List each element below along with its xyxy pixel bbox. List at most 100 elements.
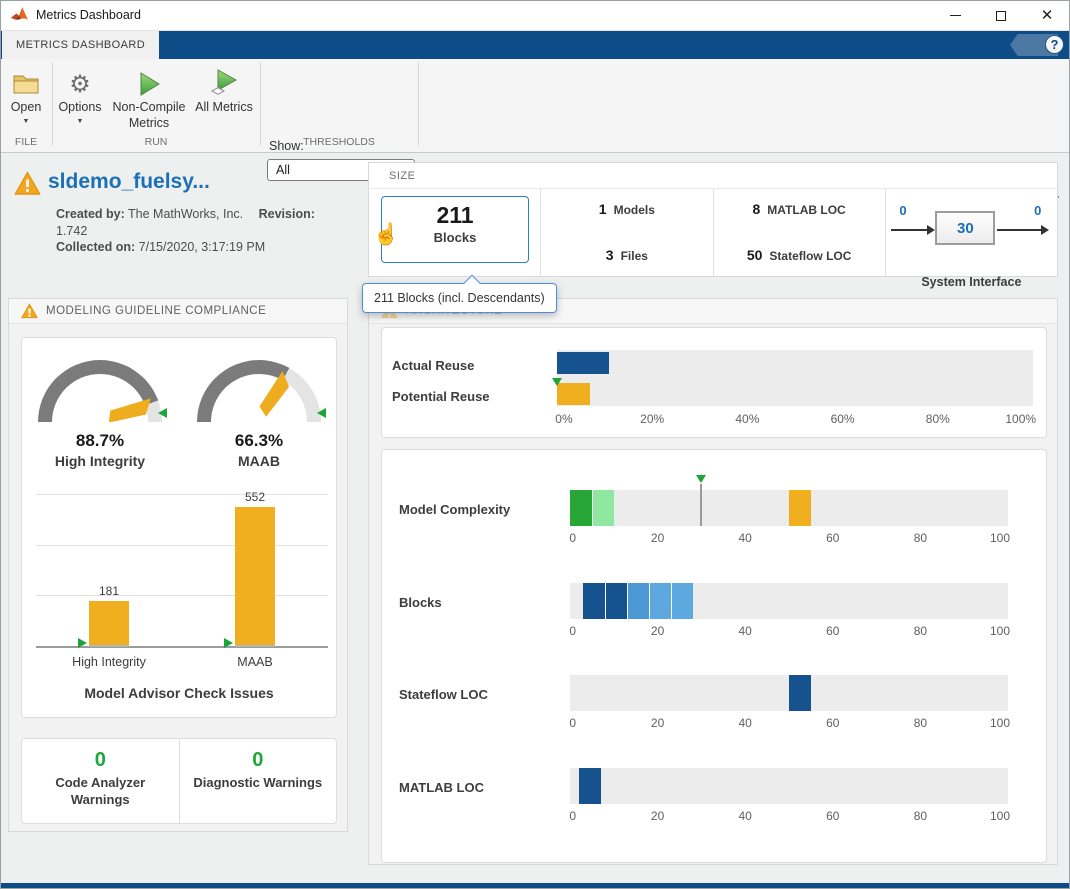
- files-value: 3: [605, 247, 614, 263]
- distribution-bin[interactable]: [670, 582, 693, 619]
- maximize-icon: [996, 10, 1006, 21]
- open-button[interactable]: Open ▼: [4, 63, 48, 125]
- diagnostic-warnings-cell[interactable]: 0 Diagnostic Warnings: [180, 739, 337, 823]
- distribution-card: Model Complexity 0 20 40 60 80 100 Blocks 0 20 40 6…: [381, 449, 1047, 863]
- axis-tick-label: 40: [738, 809, 752, 824]
- help-button[interactable]: ?: [1045, 35, 1064, 54]
- all-metrics-button[interactable]: All Metrics: [192, 63, 256, 116]
- distribution-track[interactable]: [570, 768, 1008, 805]
- toolstrip: Open ▼ ⚙ Options ▼ Non-Compile Metrics A…: [0, 59, 1070, 206]
- distribution-bin[interactable]: [648, 582, 671, 619]
- toolbar-separator: [52, 62, 53, 146]
- bar-category-label: MAAB: [237, 655, 273, 669]
- code-analyzer-label: Code Analyzer Warnings: [55, 775, 146, 807]
- gauge-arc-wrap: [38, 360, 162, 422]
- axis-tick-label: 20: [650, 809, 665, 824]
- matlab-logo-icon: [10, 7, 29, 21]
- ribbon-bar: METRICS DASHBOARD ?: [0, 31, 1070, 59]
- distribution-axis: 0 20 40 60 80 100: [569, 623, 1010, 639]
- axis-tick-label: 80: [913, 531, 928, 545]
- actual-reuse-bar[interactable]: [557, 352, 610, 374]
- compliance-header-text: MODELING GUIDELINE COMPLIANCE: [46, 305, 267, 317]
- diagnostic-label: Diagnostic Warnings: [193, 775, 323, 790]
- distribution-bin[interactable]: [626, 582, 649, 619]
- blocks-label: Blocks: [433, 230, 477, 245]
- title-bar: Metrics Dashboard ✕: [0, 0, 1070, 31]
- model-advisor-chart: 181 High Integrity 552 MAAB: [36, 490, 328, 669]
- distribution-bin[interactable]: [578, 768, 601, 805]
- axis-tick-label: 60: [826, 809, 840, 824]
- reuse-card: Actual Reuse Potential Reuse 0% 20% 40% 60%…: [381, 327, 1047, 438]
- close-button[interactable]: ✕: [1024, 0, 1070, 31]
- distribution-row-matlab-loc: MATLAB LOC 0 20 40 60 80 100: [382, 768, 1046, 861]
- bar-value-label: 181: [98, 584, 120, 599]
- distribution-bin[interactable]: [583, 582, 606, 619]
- collected-label: Collected on:: [56, 240, 136, 254]
- open-caret-icon[interactable]: ▼: [4, 118, 48, 125]
- warning-icon: [21, 303, 38, 319]
- axis-tick-label: 0: [569, 623, 577, 638]
- axis-tick-label: 100: [989, 716, 1011, 731]
- distribution-axis: 0 20 40 60 80 100: [569, 531, 1011, 546]
- axis-tick-label: 80: [913, 716, 928, 731]
- distribution-track[interactable]: [570, 475, 1008, 526]
- reuse-track[interactable]: [552, 350, 1033, 406]
- distribution-bin[interactable]: [591, 490, 614, 526]
- size-col-models-files[interactable]: 1 Models 3 Files: [541, 189, 714, 276]
- blocks-metric-card[interactable]: 211 Blocks: [381, 196, 529, 263]
- reuse-threshold-marker-icon: [552, 378, 562, 386]
- non-compile-metrics-button[interactable]: Non-Compile Metrics: [106, 63, 192, 131]
- distribution-bin[interactable]: [570, 490, 592, 526]
- axis-tick-label: 0: [569, 809, 577, 824]
- gauge-threshold-marker-icon: [158, 408, 167, 418]
- interface-block: 30: [935, 211, 996, 245]
- gauge-maab[interactable]: 66.3% MAAB: [184, 346, 334, 469]
- model-name[interactable]: sldemo_fuelsy...: [48, 170, 210, 194]
- code-analyzer-warnings-cell[interactable]: 0 Code Analyzer Warnings: [22, 739, 180, 823]
- created-by-label: Created by:: [56, 207, 125, 221]
- minimize-button[interactable]: [932, 0, 978, 31]
- axis-tick-label: 100: [989, 809, 1011, 824]
- tab-metrics-dashboard[interactable]: METRICS DASHBOARD: [2, 31, 160, 59]
- model-warning-icon: [14, 171, 41, 196]
- section-label-file: FILE: [14, 136, 38, 148]
- run-play-icon: [106, 63, 192, 97]
- distribution-row-label: Blocks: [399, 594, 442, 610]
- code-analyzer-count: 0: [94, 749, 106, 771]
- axis-tick-label: 40: [738, 623, 752, 638]
- close-icon: ✕: [1040, 7, 1054, 24]
- interface-in-arrowhead-icon: [927, 225, 936, 235]
- distribution-track[interactable]: [570, 582, 1008, 619]
- interface-out-arrowhead-icon: [1041, 225, 1050, 235]
- axis-tick-label: 20: [650, 716, 665, 731]
- distribution-row-blocks: Blocks 0 20 40 60 80 100: [382, 582, 1046, 676]
- distribution-bin[interactable]: [789, 675, 811, 712]
- tooltip-pointer: [463, 274, 481, 292]
- section-label-run: RUN: [144, 136, 168, 148]
- axis-tick-label: 80: [913, 809, 928, 824]
- size-col-system-interface[interactable]: 0 0 30 System Interface: [886, 189, 1057, 289]
- distribution-row-label: Stateflow LOC: [399, 687, 488, 703]
- distribution-bin[interactable]: [605, 582, 627, 619]
- actual-reuse-label: Actual Reuse: [392, 358, 475, 373]
- potential-reuse-bar[interactable]: [557, 383, 591, 405]
- size-col-loc[interactable]: 8 MATLAB LOC 50 Stateflow LOC: [714, 189, 886, 276]
- options-button[interactable]: ⚙ Options ▼: [56, 63, 104, 125]
- models-value: 1: [598, 201, 607, 217]
- window-bottom-edge: [0, 883, 1070, 889]
- advisor-bar[interactable]: [235, 507, 275, 647]
- distribution-track[interactable]: [570, 675, 1008, 712]
- axis-tick-label: 100: [989, 531, 1011, 545]
- open-folder-icon: [4, 63, 48, 97]
- gauge-high-integrity[interactable]: 88.7% High Integrity: [25, 346, 175, 469]
- revision-value: 1.742: [56, 223, 88, 238]
- advisor-bar[interactable]: [89, 601, 129, 647]
- axis-tick-label: 20%: [640, 412, 665, 426]
- maximize-button[interactable]: [978, 0, 1024, 31]
- baseline-threshold-marker-icon: [224, 638, 233, 648]
- distribution-axis: 0 20 40 60 80 100: [569, 809, 1011, 824]
- axis-tick-label: 20: [650, 531, 665, 545]
- axis-tick-label: 40: [738, 716, 752, 731]
- options-caret-icon[interactable]: ▼: [56, 118, 104, 125]
- distribution-bin[interactable]: [789, 490, 811, 526]
